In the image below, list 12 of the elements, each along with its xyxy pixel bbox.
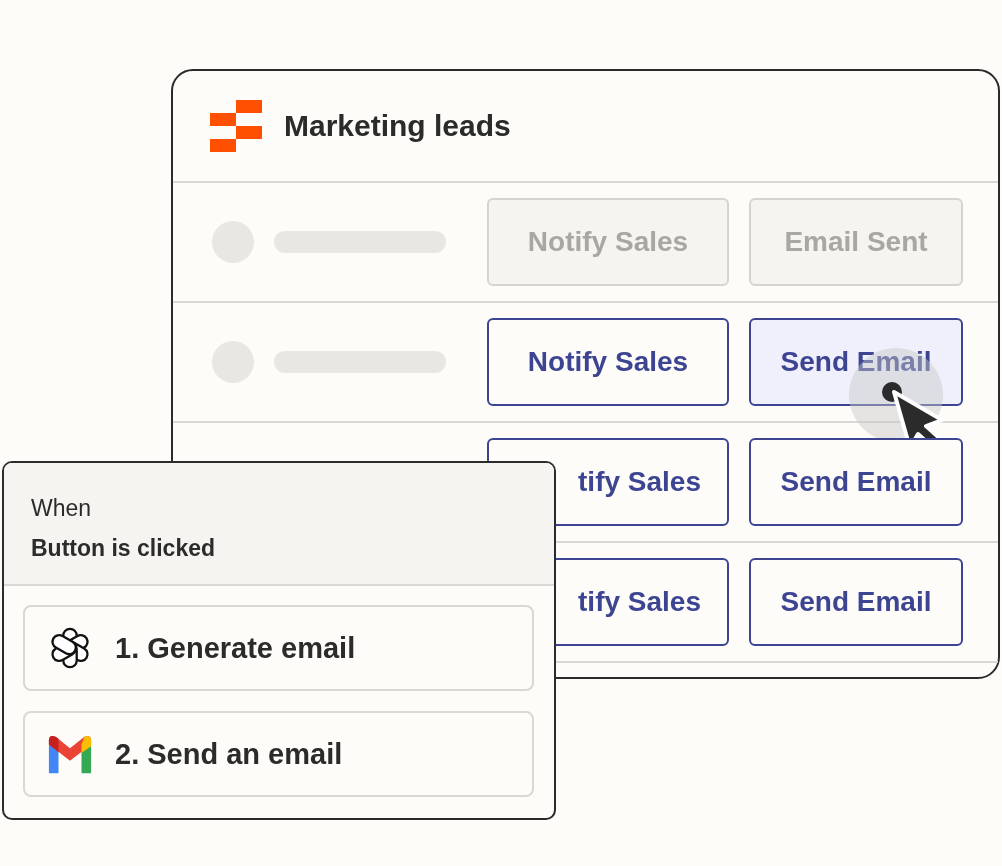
step-label: 2. Send an email (115, 737, 343, 771)
trigger-label: When (31, 494, 93, 523)
step-label: 1. Generate email (115, 631, 356, 665)
action-button[interactable]: Send Email (749, 438, 963, 526)
workflow-step[interactable]: 1. Generate email (23, 605, 534, 691)
action-button[interactable]: Send Email (749, 318, 963, 406)
table-title: Marketing leads (284, 109, 511, 143)
action-button[interactable]: Notify Sales (487, 318, 729, 406)
workflow-step[interactable]: 2. Send an email (23, 711, 534, 797)
trigger-name: Button is clicked (31, 534, 217, 563)
logo-icon (210, 100, 262, 152)
action-button[interactable]: Send Email (749, 558, 963, 646)
